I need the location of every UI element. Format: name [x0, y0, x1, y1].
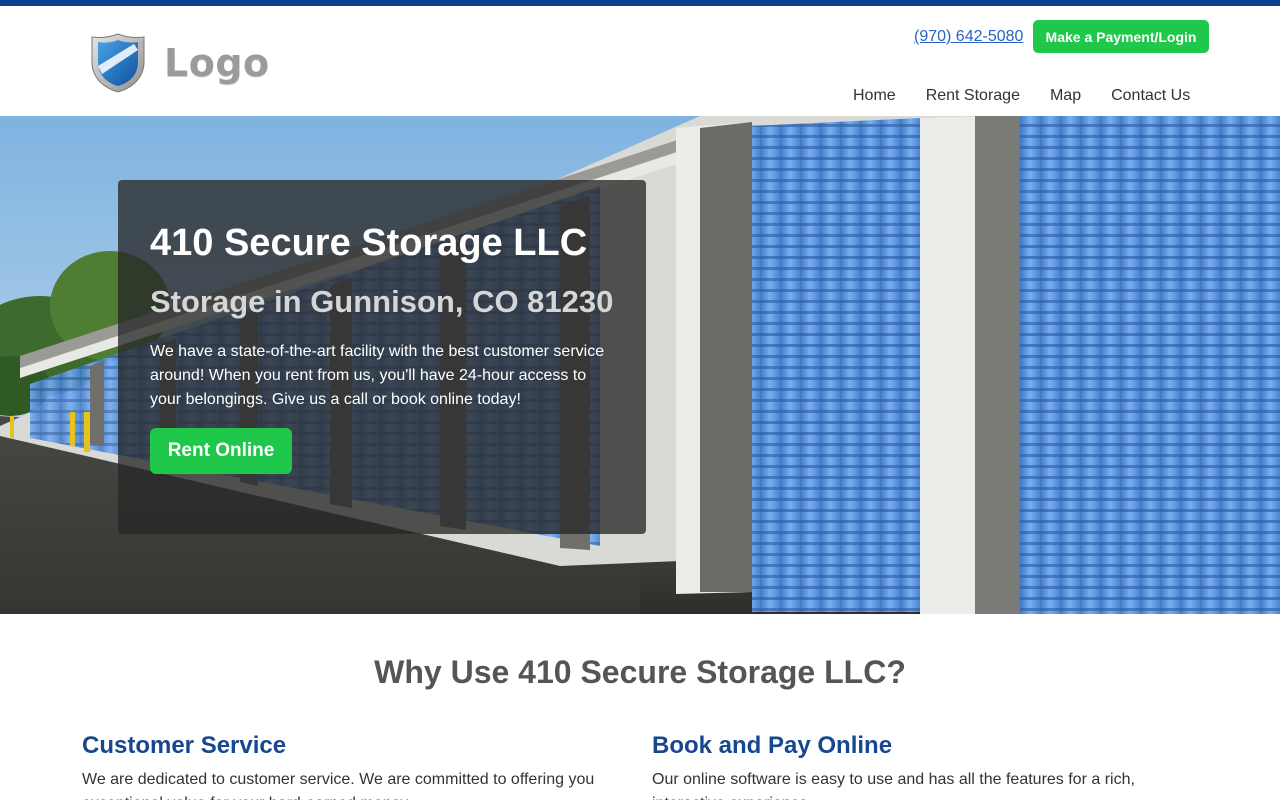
feature-text: We are dedicated to customer service. We… [82, 771, 595, 800]
logo-text: Logo [164, 41, 270, 85]
main-nav: Home Rent Storage Map Contact Us [838, 86, 1205, 106]
shield-icon [91, 33, 145, 93]
hero-subtitle: Storage in Gunnison, CO 81230 [150, 284, 614, 319]
logo[interactable]: Logo [90, 32, 270, 94]
hero-card: 410 Secure Storage LLC Storage in Gunnis… [118, 180, 646, 534]
nav-item-home[interactable]: Home [838, 86, 911, 106]
hero-description: We have a state-of-the-art facility with… [150, 343, 605, 408]
nav-item-map[interactable]: Map [1035, 86, 1096, 106]
nav-item-rent-storage[interactable]: Rent Storage [911, 86, 1035, 106]
hero-title: 410 Secure Storage LLC [150, 222, 588, 264]
feature-customer-service: Customer Service We are dedicated to cus… [82, 730, 622, 800]
feature-book-and-pay-online: Book and Pay Online Our online software … [652, 730, 1192, 800]
nav-item-contact-us[interactable]: Contact Us [1096, 86, 1205, 106]
rent-online-button[interactable]: Rent Online [150, 428, 292, 474]
phone-link[interactable]: (970) 642-5080 [914, 28, 1023, 46]
hero-section: 410 Secure Storage LLC Storage in Gunnis… [0, 116, 1280, 614]
feature-title: Customer Service [82, 732, 287, 759]
site-header: Logo (970) 642-5080 Make a Payment/Login… [0, 6, 1280, 116]
feature-title: Book and Pay Online [652, 732, 893, 759]
make-payment-login-button[interactable]: Make a Payment/Login [1033, 20, 1209, 53]
why-section-title: Why Use 410 Secure Storage LLC? [374, 654, 906, 690]
feature-text: Our online software is easy to use and h… [652, 771, 1135, 800]
